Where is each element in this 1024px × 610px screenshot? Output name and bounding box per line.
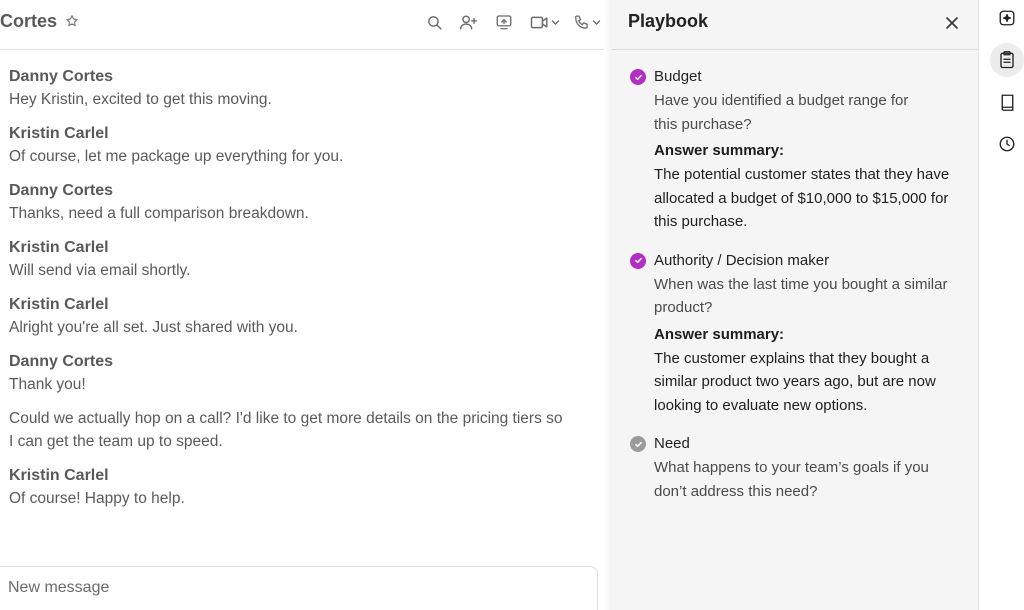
answer-summary: The potential customer states that they … xyxy=(654,166,950,230)
new-message-input[interactable] xyxy=(8,577,568,599)
ai-sparkle-icon[interactable] xyxy=(990,1,1024,35)
chevron-down-icon xyxy=(592,18,601,27)
message: Danny Cortes Thanks, need a full compari… xyxy=(9,180,569,225)
playbook-item-question: Have you identified a budget range for t… xyxy=(654,92,909,133)
message: Danny Cortes Hey Kristin, excited to get… xyxy=(9,66,569,111)
playbook-item-question: What happens to your team’s goals if you… xyxy=(654,459,929,500)
playbook-header: Playbook xyxy=(612,0,978,50)
playbook-item-need[interactable]: Need What happens to your team’s goals i… xyxy=(630,433,970,503)
check-circle-icon xyxy=(630,252,646,269)
chevron-down-icon xyxy=(551,18,560,27)
playbook-item-name: Authority / Decision maker xyxy=(654,251,830,269)
app-window: Cortes Danny Cortes Hey Kristin, excited… xyxy=(0,0,1024,610)
message-author: Kristin Carlel xyxy=(9,467,109,484)
star-icon[interactable] xyxy=(65,14,81,30)
playbook-title: Playbook xyxy=(628,11,709,31)
video-icon xyxy=(530,15,549,30)
add-user-icon[interactable] xyxy=(456,10,480,34)
playbook-items: Budget Have you identified a budget rang… xyxy=(630,66,970,519)
playbook-item-name: Need xyxy=(654,435,690,452)
chat-title: Cortes xyxy=(0,11,58,31)
message-text: Thank you! xyxy=(9,376,86,393)
chat-toolbar xyxy=(422,10,602,34)
message-text: Alright you're all set. Just shared with… xyxy=(9,319,298,336)
chat-header: Cortes xyxy=(0,0,604,50)
message-text: Hey Kristin, excited to get this moving. xyxy=(9,91,272,108)
message-text: Thanks, need a full comparison breakdown… xyxy=(9,205,309,222)
search-icon[interactable] xyxy=(422,10,446,34)
message-author: Danny Cortes xyxy=(9,182,114,199)
book-icon[interactable] xyxy=(990,85,1024,119)
message-author: Danny Cortes xyxy=(9,353,114,370)
message-author: Kristin Carlel xyxy=(9,125,109,142)
message: Kristin Carlel Will send via email short… xyxy=(9,237,569,282)
message: Kristin Carlel Alright you're all set. J… xyxy=(9,294,569,339)
message-author: Kristin Carlel xyxy=(9,296,109,313)
message-author: Kristin Carlel xyxy=(9,239,109,256)
clock-icon[interactable] xyxy=(990,127,1024,161)
check-circle-icon xyxy=(630,69,646,85)
check-circle-icon xyxy=(630,436,646,452)
playbook-item-name: Budget xyxy=(654,68,702,85)
video-call-button[interactable] xyxy=(528,10,562,34)
message-text: Will send via email shortly. xyxy=(9,262,191,279)
message-author: Danny Cortes xyxy=(9,68,114,85)
message-text: Could we actually hop on a call? I'd lik… xyxy=(9,410,563,450)
message-list: Danny Cortes Hey Kristin, excited to get… xyxy=(9,66,569,522)
answer-summary-label: Answer summary: xyxy=(654,142,785,159)
playbook-item-authority[interactable]: Authority / Decision maker When was the … xyxy=(630,250,970,418)
playbook-panel: Playbook Budget Have you identified a bu… xyxy=(604,0,978,610)
close-icon[interactable] xyxy=(942,13,962,33)
right-rail xyxy=(978,0,1024,610)
message: Danny Cortes Thank you! Could we actuall… xyxy=(9,351,569,453)
message-composer xyxy=(0,566,598,610)
audio-call-button[interactable] xyxy=(572,10,602,34)
message: Kristin Carlel Of course, let me package… xyxy=(9,123,569,168)
answer-summary-label: Answer summary: xyxy=(654,325,785,343)
playbook-item-question: When was the last time you bought a simi… xyxy=(654,275,948,317)
message-text: Of course, let me package up everything … xyxy=(9,148,344,165)
clipboard-icon[interactable] xyxy=(990,43,1024,77)
playbook-item-budget[interactable]: Budget Have you identified a budget rang… xyxy=(630,66,970,234)
chat-title-row: Cortes xyxy=(0,11,81,32)
answer-summary: The customer explains that they bought a… xyxy=(654,349,936,414)
chat-panel: Cortes Danny Cortes Hey Kristin, excited… xyxy=(0,0,604,610)
phone-icon xyxy=(573,14,590,31)
message: Kristin Carlel Of course! Happy to help. xyxy=(9,465,569,510)
message-text: Of course! Happy to help. xyxy=(9,490,185,507)
share-screen-icon[interactable] xyxy=(492,10,516,34)
